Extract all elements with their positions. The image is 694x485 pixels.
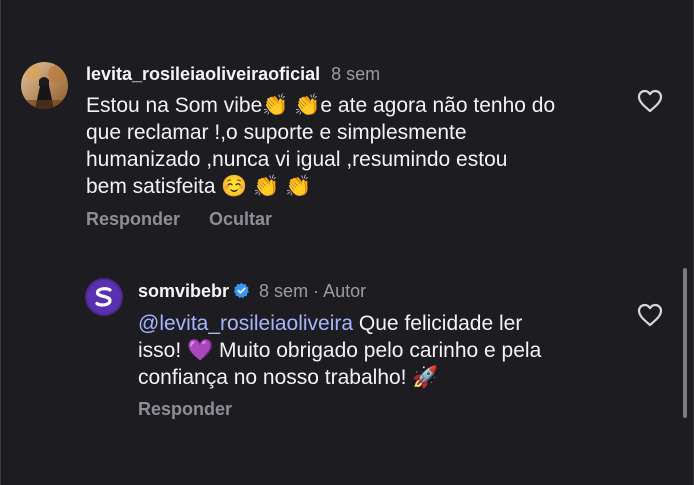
comment-text-line: e ate agora não tenho do <box>320 94 556 117</box>
clapping-hands-icon: 👏 <box>262 93 289 117</box>
comment-text-line: que reclamar !,o suporte e simplesmente <box>86 121 467 144</box>
reply-actions: Responder <box>138 399 232 420</box>
reply-text-line: Muito obrigado pelo carinho e pela <box>219 339 542 362</box>
reply-body: @levita_rosileiaoliveira Que felicidade … <box>138 310 541 391</box>
comment-text-line: bem satisfeita <box>86 175 216 198</box>
mention-link[interactable]: @levita_rosileiaoliveira <box>138 312 353 335</box>
comment-text-line: humanizado ,nunca vi igual ,resumindo es… <box>86 148 508 171</box>
comment-header: levita_rosileiaoliveiraoficial 8 sem <box>86 63 380 85</box>
clapping-hands-icon: 👏 <box>294 93 321 117</box>
like-button[interactable] <box>637 303 663 327</box>
comment-username[interactable]: levita_rosileiaoliveiraoficial <box>86 64 320 84</box>
reply-button[interactable]: Responder <box>138 399 232 419</box>
brand-avatar[interactable] <box>85 278 123 316</box>
heart-outline-icon <box>637 89 663 113</box>
comment-body: Estou na Som vibe👏 👏e ate agora não tenh… <box>86 92 555 200</box>
clapping-hands-icon: 👏 <box>285 174 312 198</box>
reply-username[interactable]: somvibebr <box>138 281 229 301</box>
user-avatar[interactable] <box>21 62 68 109</box>
comment-actions: Responder Ocultar <box>86 209 272 230</box>
reply-text-line: Que felicidade ler <box>353 312 523 335</box>
verified-badge-icon <box>233 282 249 299</box>
comments-panel: levita_rosileiaoliveiraoficial 8 sem Est… <box>0 0 694 485</box>
reply-text-line: confiança no nosso trabalho! <box>138 366 407 389</box>
rocket-icon: 🚀 <box>412 365 439 389</box>
comment-time: 8 sem <box>331 64 381 84</box>
comment-text-line: Estou na Som vibe <box>86 94 263 117</box>
clapping-hands-icon: 👏 <box>253 174 280 198</box>
purple-heart-icon: 💜 <box>187 338 214 362</box>
reply-button[interactable]: Responder <box>86 209 180 229</box>
like-button[interactable] <box>637 89 663 113</box>
smiling-face-icon: ☺️ <box>221 174 248 198</box>
reply-meta: 8 sem · Autor <box>259 281 367 301</box>
reply-header: somvibebr 8 sem · Autor <box>138 280 366 302</box>
heart-outline-icon <box>637 303 663 327</box>
reply-text-line: isso! <box>138 339 182 362</box>
scrollbar[interactable] <box>683 268 687 418</box>
hide-button[interactable]: Ocultar <box>209 209 272 229</box>
